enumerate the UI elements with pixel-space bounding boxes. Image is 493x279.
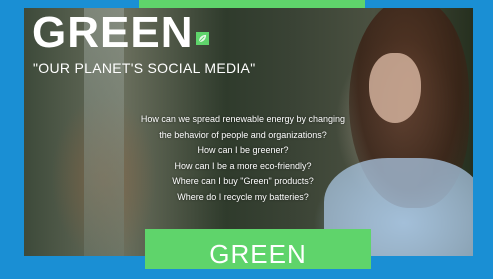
background-woman-face xyxy=(369,53,421,123)
question-item: the behavior of people and organizations… xyxy=(159,129,327,140)
questions-list: How can we spread renewable energy by ch… xyxy=(112,112,374,205)
top-green-tab xyxy=(139,0,365,8)
tagline: "OUR PLANET'S SOCIAL MEDIA" xyxy=(33,60,256,76)
question-item: Where can I buy "Green" products? xyxy=(172,176,314,186)
logo-text: GREEN xyxy=(32,8,194,57)
question-item: How can we spread renewable energy by ch… xyxy=(140,114,346,124)
question-item: Where do I recycle my batteries? xyxy=(177,191,309,202)
question-item: How can I be greener? xyxy=(197,145,289,155)
leaf-icon xyxy=(196,31,210,45)
green-cta-button[interactable]: GREEN xyxy=(145,229,371,269)
question-item: How can I be a more eco-friendly? xyxy=(174,160,312,171)
brand-logo: GREEN xyxy=(32,8,210,57)
